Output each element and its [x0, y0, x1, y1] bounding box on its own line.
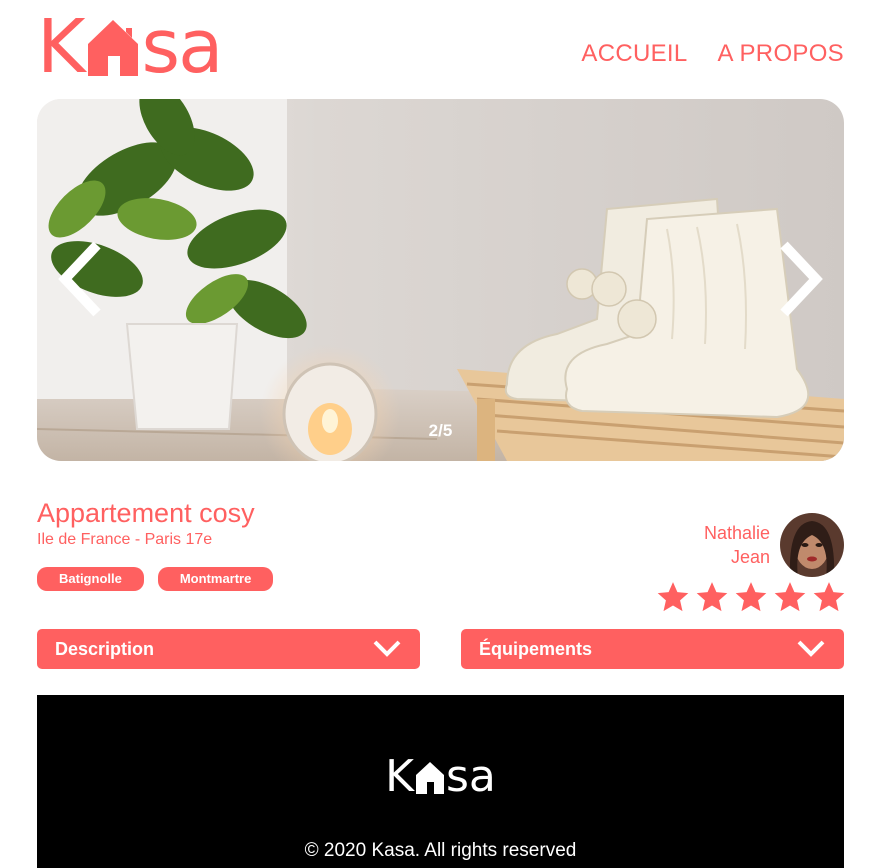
host-name: Nathalie Jean	[704, 521, 770, 569]
house-icon	[415, 762, 444, 794]
house-icon	[87, 20, 138, 76]
tag: Batignolle	[37, 567, 144, 591]
tag-list: Batignolle Montmartre	[37, 567, 274, 591]
star-icon	[735, 582, 767, 612]
chevron-down-icon[interactable]	[372, 639, 402, 659]
nav-link-accueil[interactable]: ACCUEIL	[581, 40, 687, 68]
host-first-name: Nathalie	[703, 523, 770, 543]
description-collapse[interactable]: Description	[37, 629, 420, 669]
star-icon	[696, 582, 728, 612]
star-icon	[774, 582, 806, 612]
tag: Montmartre	[157, 567, 274, 591]
star-icon	[657, 582, 689, 612]
footer: K sa © 2020 Kasa. All rights reserved	[37, 695, 844, 868]
avatar	[780, 513, 844, 577]
kasa-logo[interactable]: K sa	[37, 4, 224, 90]
logo-letter-k: K	[37, 4, 86, 90]
footer-logo: K sa	[37, 755, 844, 799]
host: Nathalie Jean	[704, 513, 844, 577]
star-icon	[813, 582, 845, 612]
logo-letters-sa: sa	[141, 4, 224, 90]
chevron-right-icon[interactable]	[770, 239, 826, 319]
listing-photo	[37, 99, 844, 461]
header: K sa ACCUEIL A PROPOS	[37, 10, 844, 86]
rating-stars	[656, 580, 846, 614]
nav-link-a-propos[interactable]: A PROPOS	[718, 40, 844, 68]
chevron-down-icon[interactable]	[796, 639, 826, 659]
equipements-collapse[interactable]: Équipements	[461, 629, 844, 669]
slideshow: 2/5	[37, 99, 844, 461]
chevron-left-icon[interactable]	[55, 239, 111, 319]
description-label: Description	[55, 639, 155, 659]
equipements-label: Équipements	[479, 639, 593, 659]
copyright: © 2020 Kasa. All rights reserved	[304, 840, 577, 861]
host-last-name: Jean	[730, 547, 770, 567]
main-nav: ACCUEIL A PROPOS	[581, 40, 844, 68]
footer-logo-letter-k: K	[385, 751, 414, 802]
footer-logo-letters-sa: sa	[445, 751, 496, 802]
listing-location: Ile de France - Paris 17e	[37, 531, 213, 548]
slide-counter: 2/5	[428, 421, 453, 440]
listing-title: Appartement cosy	[37, 498, 255, 528]
